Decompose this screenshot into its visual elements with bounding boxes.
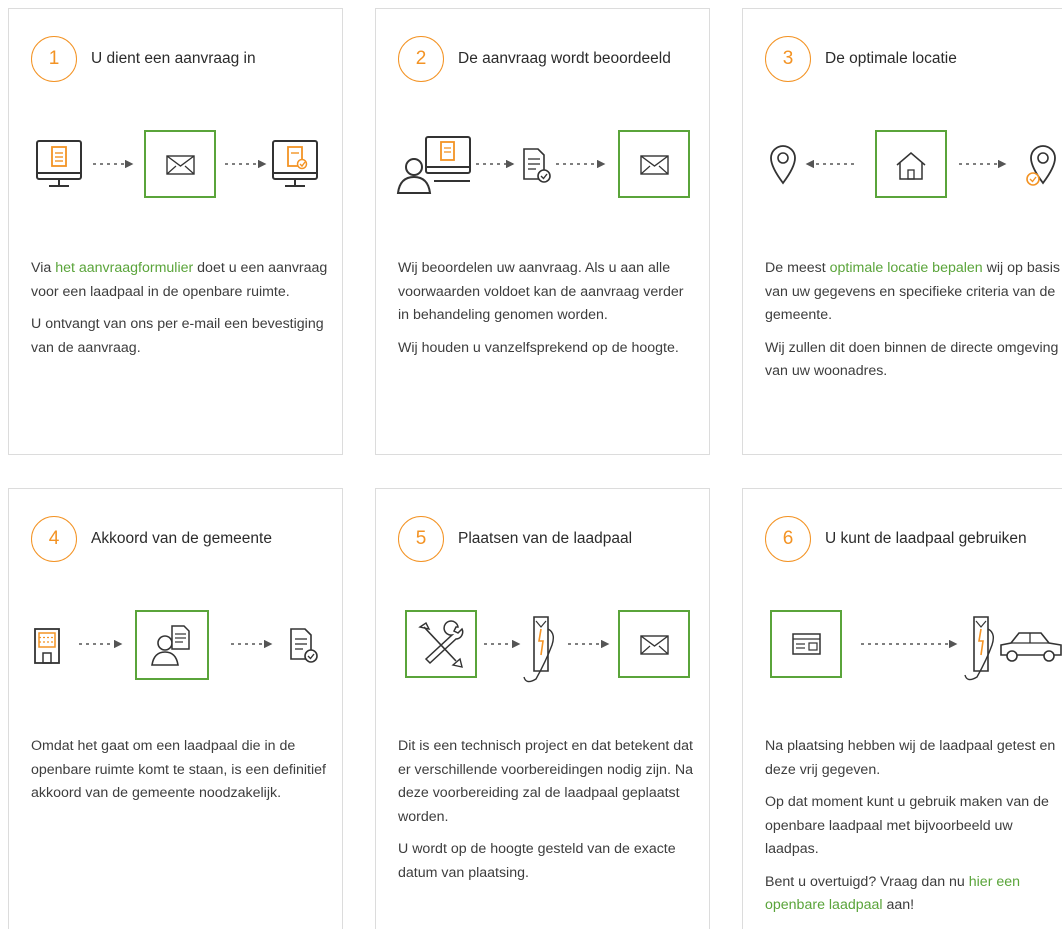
step-illustration <box>770 610 1062 681</box>
envelope-icon <box>618 130 690 198</box>
paragraph: Omdat het gaat om een laadpaal die in de… <box>31 738 326 801</box>
step-number-badge: 2 <box>398 36 444 82</box>
step-card-3: 3 De optimale locatie De meest optimale … <box>742 8 1062 455</box>
step-card-5: 5 Plaatsen van de laadpaal Dit is een te… <box>375 488 710 929</box>
step-header: 1 U dient een aanvraag in <box>31 32 256 86</box>
step-description: Dit is een technisch project en dat bete… <box>398 735 695 894</box>
car-icon <box>1000 632 1062 662</box>
step-title: Plaatsen van de laadpaal <box>458 530 633 547</box>
step-title: U dient een aanvraag in <box>91 50 256 67</box>
step-description: De meest optimale locatie bepalen wij op… <box>765 257 1062 393</box>
envelope-icon <box>144 130 216 198</box>
document-check-icon <box>290 628 318 663</box>
paragraph: Na plaatsing hebben wij de laadpaal gete… <box>765 738 1056 778</box>
document-check-icon <box>523 148 551 183</box>
step-card-6: 6 U kunt de laadpaal gebruiken Na plaats <box>742 488 1062 929</box>
text: Via <box>31 260 56 276</box>
text: aan! <box>882 897 915 913</box>
step-description: Omdat het gaat om een laadpaal die in de… <box>31 735 328 815</box>
step-illustration <box>34 610 318 680</box>
paragraph: U ontvangt van ons per e-mail een bevest… <box>31 316 324 356</box>
step-title: De aanvraag wordt beoordeeld <box>458 50 671 67</box>
step-description: Via het aanvraagformulier doet u een aan… <box>31 257 328 369</box>
charge-card-icon <box>770 610 842 678</box>
location-pin-check-icon <box>1026 145 1056 186</box>
tools-icon <box>405 610 477 678</box>
text: Bent u overtuigd? Vraag dan nu <box>765 873 969 890</box>
step-description: Na plaatsing hebben wij de laadpaal gete… <box>765 735 1062 927</box>
step-header: 3 De optimale locatie <box>765 32 957 86</box>
paragraph: Wij houden u vanzelfsprekend op de hoogt… <box>398 339 679 356</box>
person-document-icon <box>135 610 209 680</box>
step-illustration <box>770 130 1056 198</box>
step-number-badge: 6 <box>765 516 811 562</box>
monitor-document-icon <box>36 140 82 187</box>
paragraph: Wij zullen dit doen binnen de directe om… <box>765 339 1059 380</box>
step-illustration <box>405 610 690 683</box>
location-pin-icon <box>770 145 796 185</box>
step-number-badge: 4 <box>31 516 77 562</box>
step-header: 2 De aanvraag wordt beoordeeld <box>398 32 671 86</box>
paragraph: U wordt op de hoogte gesteld van de exac… <box>398 841 676 881</box>
step-illustration <box>36 130 318 198</box>
user-monitor-icon <box>396 136 471 194</box>
step-card-1: 1 U dient een aanvraag in Via het aanvra… <box>8 8 343 455</box>
step-title: U kunt de laadpaal gebruiken <box>825 530 1027 547</box>
step-number-badge: 5 <box>398 516 444 562</box>
step-title: Akkoord van de gemeente <box>91 530 272 547</box>
municipality-building-icon <box>34 628 60 664</box>
step-number-badge: 1 <box>31 36 77 82</box>
step-header: 6 U kunt de laadpaal gebruiken <box>765 512 1027 566</box>
step-number-badge: 3 <box>765 36 811 82</box>
application-form-link[interactable]: het aanvraagformulier <box>55 260 193 276</box>
paragraph: Dit is een technisch project en dat bete… <box>398 738 693 825</box>
step-header: 4 Akkoord van de gemeente <box>31 512 272 566</box>
charging-pole-icon <box>523 616 555 683</box>
paragraph: Op dat moment kunt u gebruik maken van d… <box>765 794 1049 857</box>
optimal-location-link[interactable]: optimale locatie bepalen <box>830 260 983 276</box>
monitor-approved-icon <box>272 140 318 187</box>
text: De meest <box>765 260 830 276</box>
house-icon <box>875 130 947 198</box>
step-title: De optimale locatie <box>825 50 957 67</box>
envelope-icon <box>618 610 690 678</box>
charging-pole-icon <box>964 616 995 681</box>
paragraph: Wij beoordelen uw aanvraag. Als u aan al… <box>398 260 684 323</box>
step-illustration <box>396 130 690 198</box>
step-card-2: 2 De aanvraag wordt beoordeeld Wij beoor… <box>375 8 710 455</box>
step-header: 5 Plaatsen van de laadpaal <box>398 512 632 566</box>
step-card-4: 4 Akkoord van de gemeente Omdat het gaat… <box>8 488 343 929</box>
step-description: Wij beoordelen uw aanvraag. Als u aan al… <box>398 257 695 369</box>
